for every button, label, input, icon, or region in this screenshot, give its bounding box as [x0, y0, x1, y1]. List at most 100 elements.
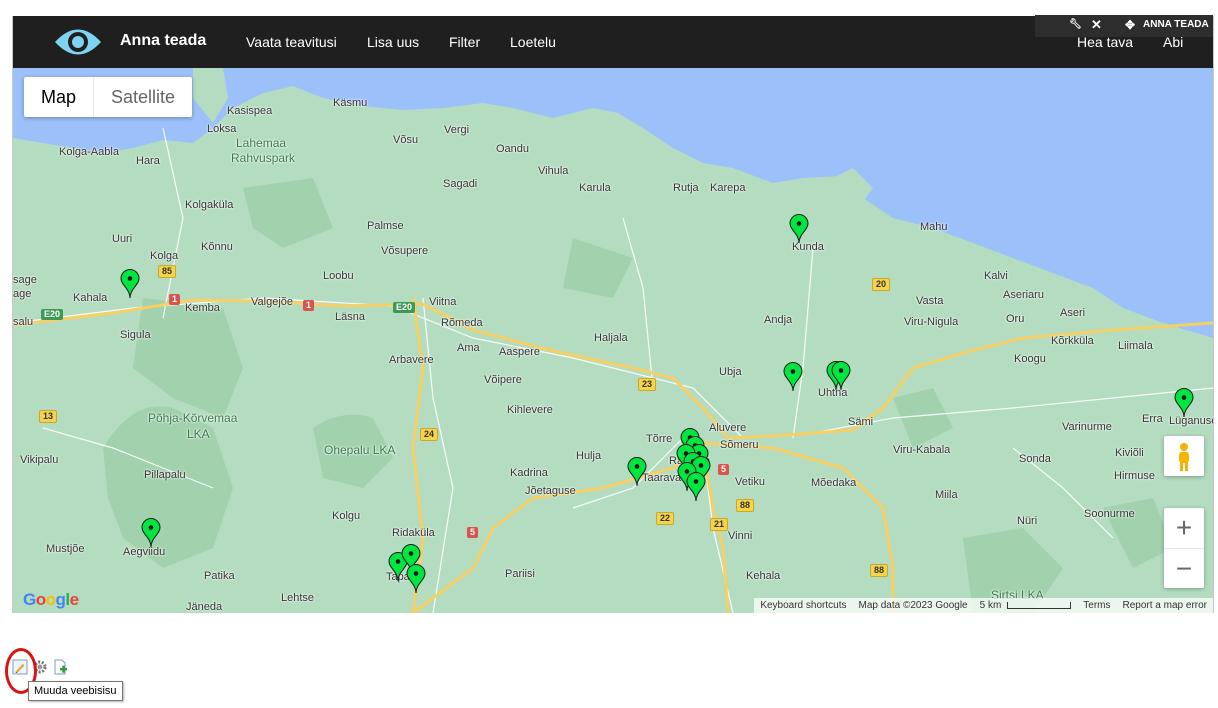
nav-add-new[interactable]: Lisa uus — [367, 34, 419, 50]
nav-filter[interactable]: Filter — [449, 34, 480, 50]
map-marker-pin[interactable] — [1174, 388, 1194, 418]
place-label: Aseriaru — [1003, 289, 1044, 301]
map-canvas[interactable]: Käsmu Kasispea Loksa Lahemaa Rahvuspark … — [13, 68, 1213, 613]
place-label: Nüri — [1017, 515, 1038, 527]
place-label: Kihlevere — [507, 404, 553, 416]
road-shield: 88 — [870, 564, 889, 577]
report-map-error-link[interactable]: Report a map error — [1117, 600, 1213, 611]
place-label: Kõnnu — [201, 241, 233, 253]
place-label: Andja — [764, 314, 793, 326]
place-label: Oandu — [496, 143, 530, 155]
place-label: Koogu — [1014, 353, 1046, 365]
map-type-map-button[interactable]: Map — [24, 77, 95, 117]
wrench-icon[interactable]: 🔧︎ — [1069, 19, 1082, 30]
place-label: age — [13, 288, 32, 300]
road-shield: 88 — [736, 499, 755, 512]
place-label: Kahala — [73, 292, 108, 304]
scale-label[interactable]: 5 km — [974, 600, 1008, 611]
road-shield: 24 — [420, 428, 439, 441]
terms-link[interactable]: Terms — [1077, 600, 1116, 611]
map-marker-pin[interactable] — [627, 457, 647, 487]
eye-logo-icon[interactable] — [53, 25, 103, 59]
road-shield: 1 — [303, 300, 315, 311]
place-label: Varinurme — [1062, 421, 1112, 433]
place-label: sage — [13, 274, 37, 286]
place-label: Hara — [136, 155, 160, 167]
place-label: Kõrkküla — [1051, 335, 1094, 347]
nav-view-reports[interactable]: Vaata teavitusi — [246, 34, 337, 50]
place-label: Jõetaguse — [525, 485, 576, 497]
place-label: Ridaküla — [392, 527, 435, 539]
place-label: Karepa — [710, 182, 746, 194]
place-label: Haljala — [594, 332, 628, 344]
map-type-satellite-button[interactable]: Satellite — [94, 77, 192, 117]
admin-label: ANNA TEADA — [1143, 19, 1209, 30]
pegman-icon — [1179, 443, 1189, 471]
zoom-out-button[interactable]: − — [1164, 549, 1204, 589]
map-marker-pin[interactable] — [141, 518, 161, 548]
place-label: Hulja — [576, 450, 602, 462]
road-shield: 13 — [39, 410, 58, 423]
place-label: Vergi — [444, 124, 470, 136]
zoom-control: + − — [1164, 508, 1204, 588]
road-shield: 20 — [872, 278, 891, 291]
pegman-street-view-button[interactable] — [1164, 436, 1204, 476]
nav-list[interactable]: Loetelu — [510, 34, 556, 50]
map-marker-pin[interactable] — [783, 362, 803, 392]
place-label: Ohepalu LKA — [324, 443, 396, 457]
place-label: Arbavere — [389, 354, 434, 366]
map-marker-pin[interactable] — [831, 361, 851, 391]
place-label: Kolgaküla — [185, 199, 234, 211]
place-label: Kolga — [150, 250, 179, 262]
place-label: Ama — [457, 342, 480, 354]
map-marker-pin[interactable] — [789, 214, 809, 244]
place-label: Viitna — [429, 296, 457, 308]
place-label: Mustjõe — [46, 543, 85, 555]
place-label: Põhja-Kõrvemaa — [148, 411, 238, 425]
place-label: salu — [13, 316, 34, 328]
keyboard-shortcuts-link[interactable]: Keyboard shortcuts — [754, 600, 852, 611]
map-marker-pin[interactable] — [686, 472, 706, 502]
place-label: Soonurme — [1084, 508, 1135, 520]
place-label: Palmse — [367, 220, 404, 232]
road-shield: 21 — [710, 518, 729, 531]
place-label: Mõedaka — [811, 477, 857, 489]
add-page-icon[interactable] — [52, 659, 68, 675]
map-marker-pin[interactable] — [120, 269, 140, 299]
place-label: Võsu — [393, 134, 419, 146]
place-label: Lehtse — [281, 592, 315, 604]
place-label: Kemba — [185, 302, 220, 314]
place-label: Loobu — [323, 270, 354, 282]
zoom-in-button[interactable]: + — [1164, 508, 1204, 549]
place-label: Oru — [1006, 313, 1025, 325]
place-label: Kasispea — [227, 105, 273, 117]
place-label: Tõrre — [646, 433, 673, 445]
move-icon[interactable]: ✥ — [1125, 18, 1135, 32]
place-label: Lahemaa — [236, 136, 287, 150]
place-label: Miila — [935, 489, 958, 501]
map-marker-pin[interactable] — [406, 564, 426, 594]
close-icon[interactable]: ✕ — [1091, 17, 1102, 33]
place-label: Pariisi — [505, 568, 535, 580]
road-shield: E20 — [393, 302, 416, 313]
google-logo: Google — [23, 590, 79, 609]
place-label: Vinni — [728, 530, 753, 542]
place-label: Loksa — [207, 123, 237, 135]
place-label: Sagadi — [443, 178, 478, 190]
place-label: Liimala — [1118, 340, 1153, 352]
place-label: Mahu — [920, 221, 948, 233]
place-label: Kehala — [746, 570, 781, 582]
road-shield: 23 — [638, 378, 657, 391]
place-label: Jäneda — [186, 601, 223, 613]
place-label: Kolgu — [332, 510, 361, 522]
place-label: Vetiku — [735, 476, 765, 488]
brand-title[interactable]: Anna teada — [120, 32, 206, 50]
place-label: Rahvuspark — [231, 151, 296, 165]
road-shield: E20 — [41, 309, 64, 320]
place-label: Vasta — [916, 295, 944, 307]
place-label: Valgejõe — [251, 296, 293, 308]
place-label: Läsna — [335, 311, 365, 323]
top-navigation-bar: Anna teada Vaata teavitusi Lisa uus Filt… — [13, 15, 1213, 68]
place-label: Hirmuse — [1114, 470, 1155, 482]
place-label: Patika — [204, 570, 235, 582]
